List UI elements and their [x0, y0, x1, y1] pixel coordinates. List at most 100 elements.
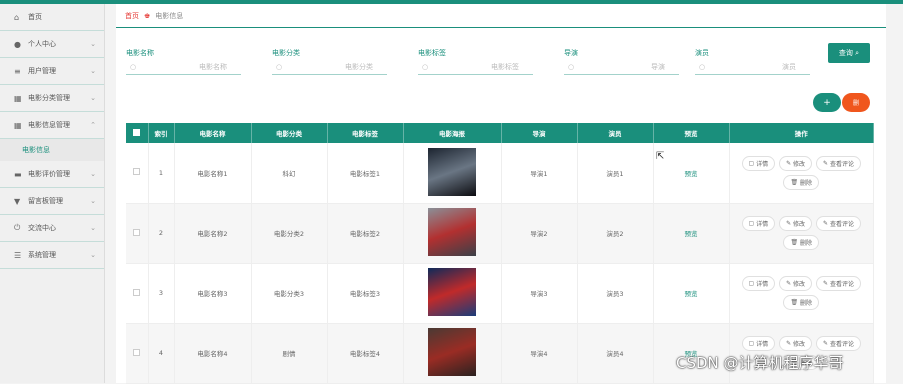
sidebar-item-personal[interactable]: ● 个人中心 ⌄ — [0, 31, 104, 58]
edit-button[interactable]: ✎ 修改 — [779, 216, 813, 231]
filter-label: 电影标签 — [418, 49, 446, 57]
breadcrumb-current: 电影信息 — [155, 11, 184, 20]
cell-name: 电影名称1 — [174, 143, 252, 204]
col-header: 电影标签 — [327, 123, 404, 143]
sidebar-item-label: 电影分类管理 — [28, 94, 70, 102]
chevron-down-icon: ⌄ — [90, 224, 96, 232]
col-header: 电影名称 — [174, 123, 252, 143]
row-checkbox[interactable] — [126, 203, 149, 264]
view-reviews-button[interactable]: ✎ 查看评论 — [816, 155, 861, 171]
cell-actor: 演员3 — [577, 263, 654, 324]
sidebar-item-categories[interactable]: ▦ 电影分类管理 ⌄ — [0, 85, 104, 112]
sidebar-item-system[interactable]: ☰ 系统管理 ⌄ — [0, 242, 104, 269]
edit-button[interactable]: ✎ 修改 — [779, 155, 813, 171]
movie-poster-image — [428, 147, 476, 196]
sidebar: ⌂ 首页 ● 个人中心 ⌄ ≡ 用户管理 ⌄ ▦ 电影分类管理 ⌄ ▦ 电影信息管理 ⌃ 电影信息… — [0, 4, 105, 383]
user-icon: ● — [14, 39, 21, 49]
sidebar-item-home[interactable]: ⌂ 首页 — [0, 4, 104, 31]
batch-delete-button[interactable]: 删 — [842, 93, 870, 112]
cell-director: 导演2 — [501, 203, 578, 264]
delete-button[interactable]: 🗑 删除 — [783, 235, 820, 250]
film-icon: ▦ — [14, 93, 22, 103]
search-icon: ○ — [699, 63, 706, 71]
preview-link[interactable]: 预览 — [685, 290, 698, 298]
search-button[interactable]: 查询 ⌕ — [828, 43, 870, 63]
chevron-up-icon: ⌃ — [90, 121, 96, 129]
cell-actor: 演员4 — [577, 323, 654, 384]
main-content: 首页 ♚ 电影信息 电影名称 ○ 电影名称 电影分类 ○ 电影分类 电影标签 ○ 电影… — [116, 4, 886, 384]
view-reviews-button[interactable]: ✎ 查看评论 — [816, 276, 861, 291]
edit-button[interactable]: ✎ 修改 — [779, 336, 813, 351]
actor-input[interactable]: ○ 演员 — [695, 60, 810, 75]
table-row: 3 电影名称3 电影分类3 电影标签3 导演3 演员3 预览 ▢ 详情 ✎ 修改 ✎ 查看评论 🗑 … — [126, 263, 874, 324]
preview-link[interactable]: 预览 — [685, 230, 698, 238]
cell-name: 电影名称3 — [174, 263, 252, 324]
detail-button[interactable]: ▢ 详情 — [741, 216, 776, 231]
chevron-down-icon: ⌄ — [90, 197, 96, 205]
cell-name: 电影名称4 — [174, 323, 252, 384]
filter-tag: 电影标签 ○ 电影标签 — [418, 48, 533, 75]
cell-category: 科幻 — [251, 143, 328, 204]
col-header: 索引 — [148, 123, 175, 143]
category-input[interactable]: ○ 电影分类 — [272, 60, 387, 75]
sliders-icon: ≡ — [14, 66, 21, 76]
mouse-cursor-icon: ⇱ — [656, 151, 665, 162]
cell-category: 电影分类3 — [251, 263, 328, 324]
add-button[interactable]: + — [813, 93, 841, 112]
filter-label: 电影分类 — [272, 49, 300, 57]
sidebar-subitem-movie-info[interactable]: 电影信息 — [0, 139, 104, 161]
col-header: 操作 — [729, 123, 874, 143]
sidebar-item-label: 系统管理 — [28, 251, 56, 259]
input-placeholder: 导演 — [651, 63, 665, 71]
chevron-down-icon: ⌄ — [90, 170, 96, 178]
sidebar-item-forum[interactable]: ⏻ 交流中心 ⌄ — [0, 215, 104, 242]
input-placeholder: 电影标签 — [491, 63, 519, 71]
edit-button[interactable]: ✎ 修改 — [779, 276, 813, 291]
search-icon: ○ — [130, 63, 137, 71]
cell-index: 3 — [148, 263, 175, 324]
delete-button[interactable]: 🗑 删除 — [783, 295, 820, 310]
row-checkbox[interactable] — [126, 143, 149, 204]
cell-name: 电影名称2 — [174, 203, 252, 264]
cell-poster — [403, 203, 502, 264]
chevron-down-icon: ⌄ — [90, 67, 96, 75]
chevron-down-icon: ⌄ — [90, 94, 96, 102]
sidebar-item-movies[interactable]: ▦ 电影信息管理 ⌃ — [0, 112, 104, 139]
input-placeholder: 演员 — [782, 63, 796, 71]
detail-button[interactable]: ▢ 详情 — [741, 336, 776, 351]
preview-link[interactable]: 预览 — [685, 170, 698, 178]
sidebar-item-users[interactable]: ≡ 用户管理 ⌄ — [0, 58, 104, 85]
detail-button[interactable]: ▢ 详情 — [741, 276, 776, 291]
cell-index: 4 — [148, 323, 175, 384]
cell-actor: 演员2 — [577, 203, 654, 264]
sidebar-item-messages[interactable]: ▼ 留言板管理 ⌄ — [0, 188, 104, 215]
settings-icon: ☰ — [14, 250, 22, 260]
movie-name-input[interactable]: ○ 电影名称 — [126, 60, 241, 75]
search-icon: ○ — [422, 63, 429, 71]
tag-input[interactable]: ○ 电影标签 — [418, 60, 533, 75]
movie-poster-image — [428, 208, 476, 256]
director-input[interactable]: ○ 导演 — [564, 60, 679, 75]
view-reviews-button[interactable]: ✎ 查看评论 — [816, 216, 861, 231]
filter-label: 电影名称 — [126, 49, 154, 57]
breadcrumb-home[interactable]: 首页 — [125, 11, 139, 21]
breadcrumb: 首页 ♚ 电影信息 — [116, 4, 886, 28]
filter-label: 演员 — [695, 49, 709, 57]
board-icon: ▼ — [14, 196, 21, 206]
row-checkbox[interactable] — [126, 323, 149, 384]
cell-tag: 电影标签4 — [327, 323, 404, 384]
detail-button[interactable]: ▢ 详情 — [741, 155, 776, 171]
search-icon: ○ — [276, 63, 283, 71]
home-icon: ⌂ — [14, 12, 20, 22]
cell-preview: 预览 — [653, 263, 730, 324]
cell-tag: 电影标签2 — [327, 203, 404, 264]
select-all-checkbox[interactable] — [126, 123, 149, 143]
view-reviews-button[interactable]: ✎ 查看评论 — [816, 336, 861, 351]
row-checkbox[interactable] — [126, 263, 149, 324]
sidebar-item-label: 留言板管理 — [28, 197, 63, 205]
sidebar-item-reviews[interactable]: ▬ 电影评价管理 ⌄ — [0, 161, 104, 188]
filter-director: 导演 ○ 导演 — [564, 48, 679, 75]
power-icon: ⏻ — [14, 223, 21, 232]
cell-category: 电影分类2 — [251, 203, 328, 264]
delete-button[interactable]: 🗑 删除 — [783, 174, 820, 190]
